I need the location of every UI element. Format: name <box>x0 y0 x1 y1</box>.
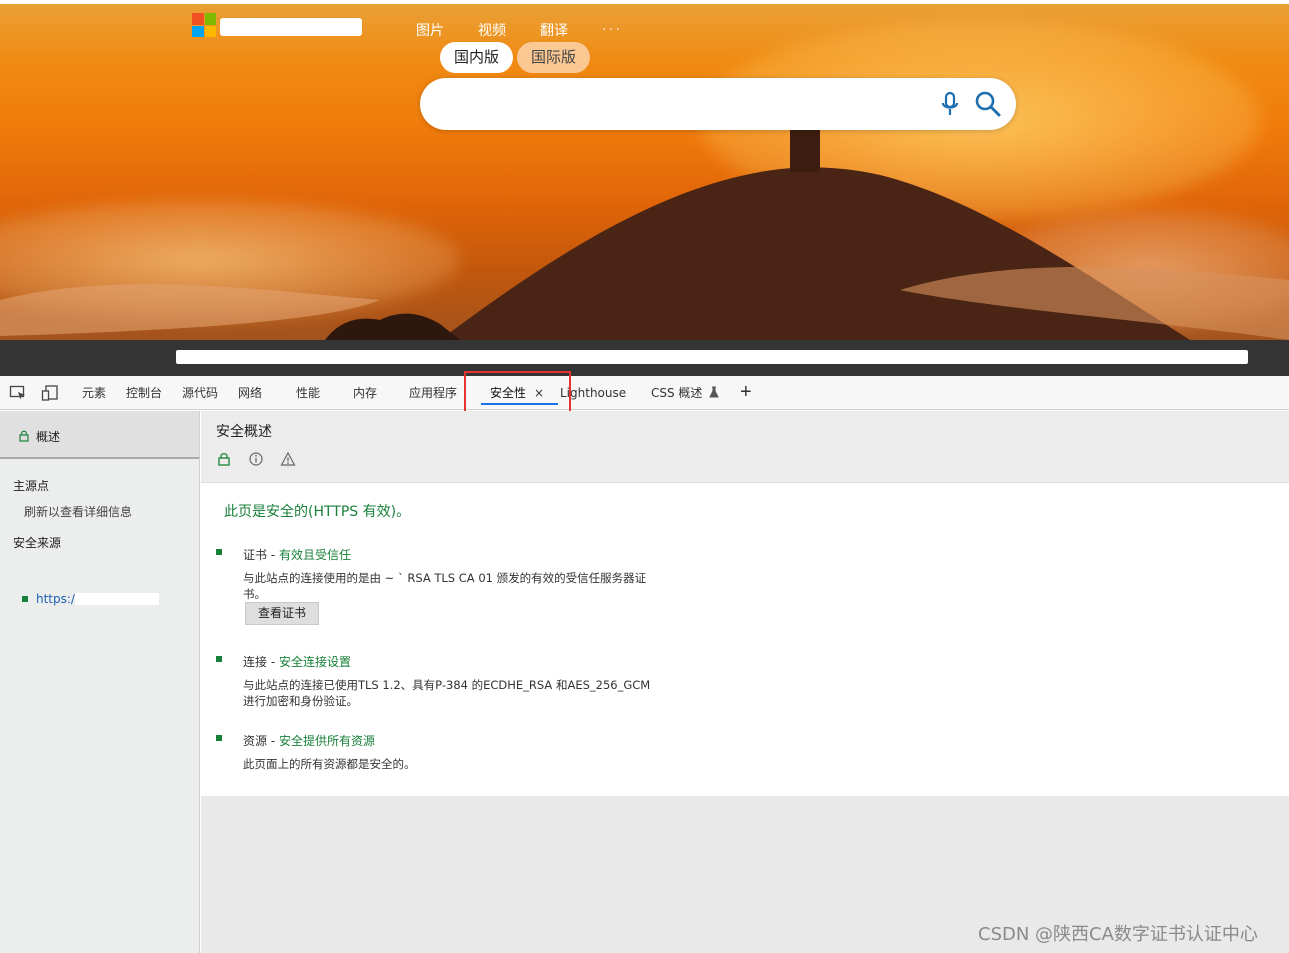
nav-translate[interactable]: 翻译 <box>540 20 568 40</box>
main-origin-hint: 刷新以查看详细信息 <box>24 505 133 519</box>
tab-css-overview[interactable]: CSS 概述 <box>651 376 720 410</box>
lock-icon <box>19 430 29 442</box>
tab-console[interactable]: 控制台 <box>126 376 162 410</box>
resources-section: 资源 - 安全提供所有资源 此页面上的所有资源都是安全的。 <box>216 732 856 776</box>
sidebar-overview-label: 概述 <box>36 430 61 444</box>
tab-application[interactable]: 应用程序 <box>409 376 457 410</box>
sidebar-item-overview[interactable]: 概述 <box>0 411 199 459</box>
secure-status-dot <box>216 735 222 741</box>
certificate-status: 有效且受信任 <box>278 548 351 562</box>
main-origin-heading: 主源点 <box>13 479 50 493</box>
connection-description: 与此站点的连接已使用TLS 1.2、具有P-384 的ECDHE_RSA 和AE… <box>243 678 651 708</box>
devtools-tabbar: 元素 控制台 源代码 网络 性能 内存 应用程序 安全性 × Lighthouse… <box>0 371 1289 422</box>
inspect-element-icon[interactable] <box>9 384 27 402</box>
redacted-footer-links <box>176 350 1248 364</box>
resources-label: 资源 - <box>243 734 279 748</box>
secure-status-dot <box>216 549 222 555</box>
watermark: CSDN @陕西CA数字证书认证中心 <box>978 924 1258 945</box>
secure-origins-heading: 安全来源 <box>13 536 62 550</box>
devtools-panel: 元素 控制台 源代码 网络 性能 内存 应用程序 安全性 × Lighthouse… <box>0 371 1289 953</box>
security-overview-content: 此页是安全的(HTTPS 有效)。 证书 - 有效且受信任 与此站点的连接使用的… <box>201 484 1289 796</box>
hill-silhouette <box>0 120 1289 340</box>
security-overview-header: 安全概述 <box>201 411 1289 483</box>
nav-more[interactable]: ··· <box>602 20 622 40</box>
security-sidebar: 概述 主源点 刷新以查看详细信息 安全来源 https:// <box>0 411 200 953</box>
connection-label: 连接 - <box>243 655 279 669</box>
tab-performance[interactable]: 性能 <box>296 376 320 410</box>
tab-css-overview-label: CSS 概述 <box>651 386 703 400</box>
experiment-flask-icon <box>709 386 720 398</box>
resources-status: 安全提供所有资源 <box>278 734 375 748</box>
resources-description: 此页面上的所有资源都是安全的。 <box>243 757 416 771</box>
certificate-label: 证书 - <box>243 548 279 562</box>
domestic-version-tab[interactable]: 国内版 <box>440 42 514 73</box>
top-nav: 图片 视频 翻译 ··· <box>416 20 656 40</box>
bing-hero: 图片 视频 翻译 ··· 国内版 国际版 <box>0 0 1289 340</box>
tab-memory[interactable]: 内存 <box>353 376 377 410</box>
secure-lock-filter-icon[interactable] <box>216 451 232 467</box>
tab-elements[interactable]: 元素 <box>82 376 106 410</box>
resources-title: 资源 - 安全提供所有资源 <box>243 732 375 749</box>
add-tab-icon[interactable]: + <box>740 382 752 402</box>
nav-images[interactable]: 图片 <box>416 20 444 40</box>
redacted-origin <box>75 593 160 605</box>
secure-origin-url: https:// <box>36 592 80 606</box>
tab-sources[interactable]: 源代码 <box>182 376 218 410</box>
microphone-icon[interactable] <box>940 91 960 117</box>
connection-status: 安全连接设置 <box>278 655 351 669</box>
device-toolbar-icon[interactable] <box>41 384 59 402</box>
secure-status-dot <box>216 656 222 662</box>
certificate-description: 与此站点的连接使用的是由 ~ ` RSA TLS CA 01 颁发的有效的受信任… <box>243 571 647 601</box>
secure-status-dot <box>22 596 28 602</box>
tab-network[interactable]: 网络 <box>238 376 262 410</box>
redacted-brand <box>220 18 362 36</box>
search-input[interactable] <box>442 90 922 118</box>
security-summary: 此页是安全的(HTTPS 有效)。 <box>224 504 411 520</box>
certificate-title: 证书 - 有效且受信任 <box>243 546 351 563</box>
microsoft-logo-icon[interactable] <box>192 13 216 37</box>
connection-section: 连接 - 安全连接设置 与此站点的连接已使用TLS 1.2、具有P-384 的E… <box>216 653 856 713</box>
international-version-tab[interactable]: 国际版 <box>517 42 591 73</box>
version-switch: 国内版 国际版 <box>440 42 591 73</box>
nav-videos[interactable]: 视频 <box>478 20 506 40</box>
page-title: 安全概述 <box>216 424 272 440</box>
sidebar-item-secure-origin[interactable]: https:// <box>22 592 160 606</box>
info-icon[interactable] <box>248 451 264 467</box>
warning-icon[interactable] <box>280 451 296 467</box>
connection-title: 连接 - 安全连接设置 <box>243 653 351 670</box>
search-box <box>420 78 1016 130</box>
search-icon[interactable] <box>974 90 1002 118</box>
view-certificate-button[interactable]: 查看证书 <box>245 602 320 625</box>
